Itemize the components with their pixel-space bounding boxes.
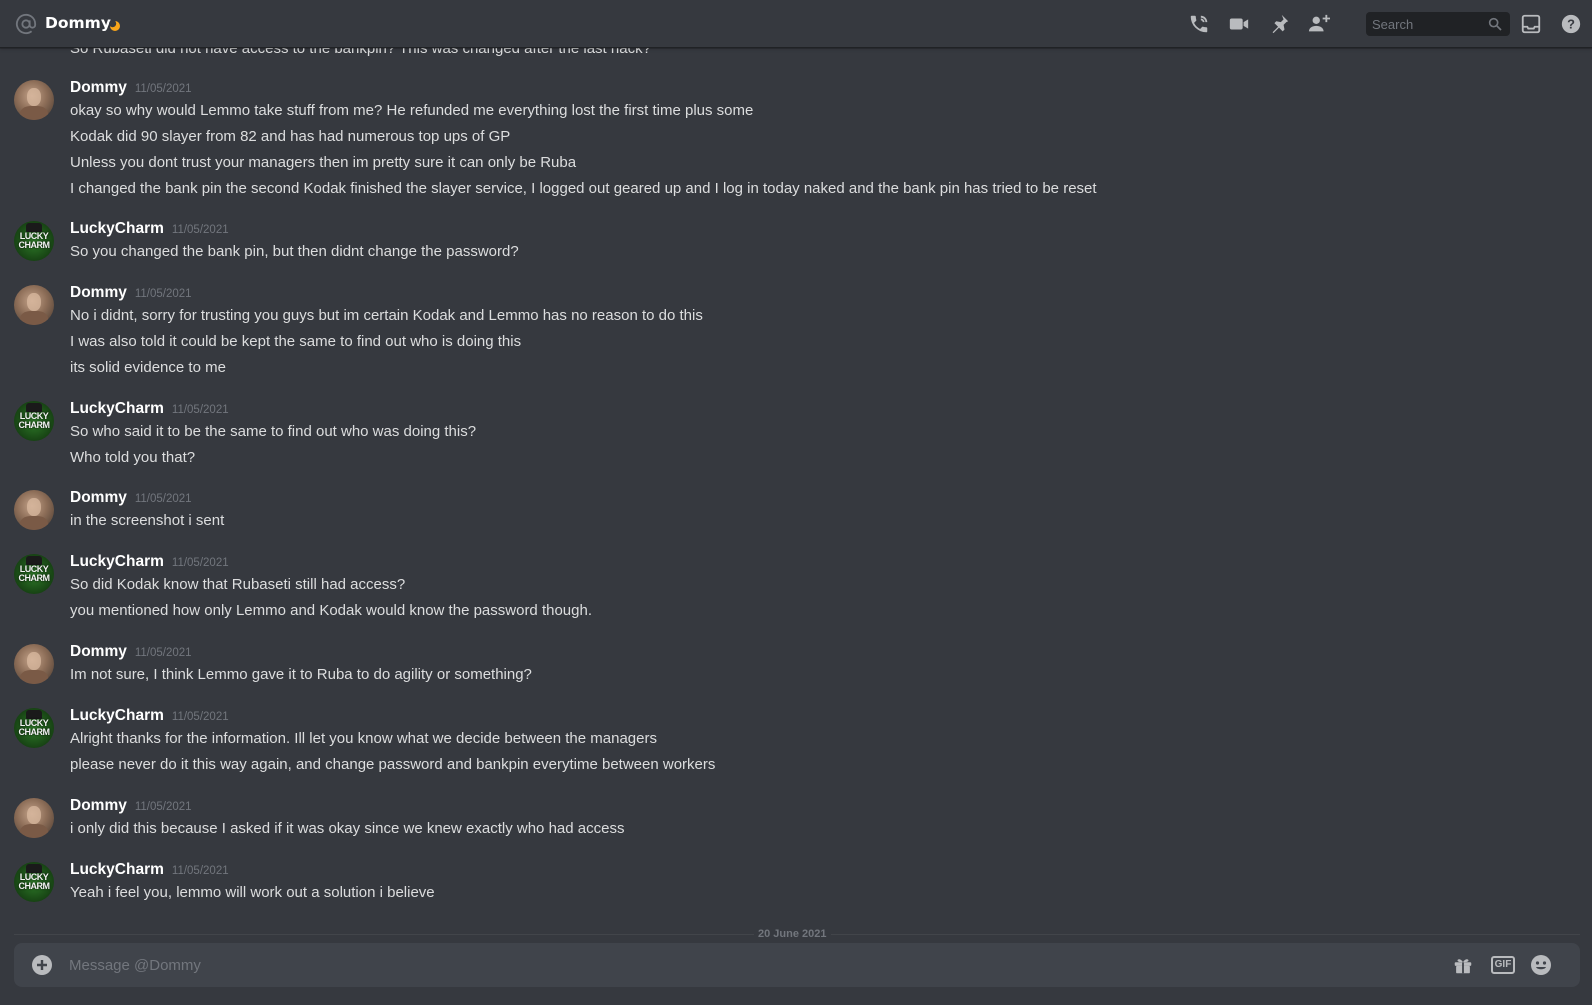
search-icon	[1487, 16, 1503, 32]
timestamp: 11/05/2021	[171, 865, 229, 877]
timestamp: 11/05/2021	[134, 647, 192, 659]
avatar[interactable]: LUCKY CHARM	[14, 554, 54, 594]
add-friend-icon[interactable]	[1306, 11, 1332, 37]
at-icon	[15, 13, 37, 35]
message-line: So you changed the bank pin, but then di…	[70, 243, 519, 260]
pin-icon[interactable]	[1266, 11, 1292, 37]
message-line: you mentioned how only Lemmo and Kodak w…	[70, 602, 592, 619]
help-icon[interactable]: ?	[1558, 11, 1584, 37]
emoji-icon[interactable]	[1528, 953, 1554, 977]
author-name[interactable]: Dommy	[70, 796, 127, 816]
timestamp: 11/05/2021	[171, 224, 229, 236]
message-line: okay so why would Lemmo take stuff from …	[70, 102, 754, 119]
avatar[interactable]	[14, 490, 54, 530]
avatar[interactable]	[14, 285, 54, 325]
plus-circle-icon[interactable]	[30, 953, 54, 977]
message-line: Im not sure, I think Lemmo gave it to Ru…	[70, 666, 532, 683]
author-name[interactable]: Dommy	[70, 283, 127, 303]
author-name[interactable]: LuckyCharm	[70, 219, 164, 239]
author-name[interactable]: Dommy	[70, 78, 127, 98]
gif-icon[interactable]: GIF	[1488, 953, 1518, 977]
search-input[interactable]	[1372, 13, 1484, 35]
message-line: Who told you that?	[70, 449, 196, 466]
search-box[interactable]	[1366, 12, 1510, 36]
author-name[interactable]: Dommy	[70, 642, 127, 662]
date-divider-label: 20 June 2021	[754, 927, 831, 941]
timestamp: 11/05/2021	[134, 801, 192, 813]
message-line: I was also told it could be kept the sam…	[70, 333, 522, 350]
message-line: So Rubaseti did not have access to the b…	[70, 48, 651, 57]
avatar[interactable]	[14, 798, 54, 838]
channel-header: Dommy Search ?	[0, 0, 1592, 48]
message-input[interactable]	[69, 952, 1429, 978]
message-line: Unless you dont trust your managers then…	[70, 154, 577, 171]
channel-title: Dommy	[45, 14, 111, 32]
avatar[interactable]: LUCKY CHARM	[14, 221, 54, 261]
timestamp: 11/05/2021	[171, 404, 229, 416]
message-line: No i didnt, sorry for trusting you guys …	[70, 307, 703, 324]
gift-icon[interactable]	[1450, 953, 1476, 977]
message-line: in the screenshot i sent	[70, 512, 225, 529]
phone-icon[interactable]	[1186, 11, 1212, 37]
svg-text:?: ?	[1567, 17, 1575, 32]
author-name[interactable]: LuckyCharm	[70, 552, 164, 572]
author-name[interactable]: LuckyCharm	[70, 860, 164, 880]
author-name[interactable]: LuckyCharm	[70, 399, 164, 419]
message-composer: GIF	[14, 943, 1580, 987]
timestamp: 11/05/2021	[171, 711, 229, 723]
timestamp: 11/05/2021	[134, 83, 192, 95]
message-line: please never do it this way again, and c…	[70, 756, 716, 773]
message-line: Kodak did 90 slayer from 82 and has had …	[70, 128, 511, 145]
message-line: its solid evidence to me	[70, 359, 226, 376]
avatar[interactable]: LUCKY CHARM	[14, 862, 54, 902]
timestamp: 11/05/2021	[171, 557, 229, 569]
avatar[interactable]	[14, 80, 54, 120]
message-line: I changed the bank pin the second Kodak …	[70, 180, 1097, 197]
avatar[interactable]	[14, 644, 54, 684]
message-line: Alright thanks for the information. Ill …	[70, 730, 657, 747]
inbox-icon[interactable]	[1518, 11, 1544, 37]
gif-label: GIF	[1490, 956, 1516, 974]
avatar[interactable]: LUCKY CHARM	[14, 708, 54, 748]
video-icon[interactable]	[1226, 11, 1252, 37]
message-line: Yeah i feel you, lemmo will work out a s…	[70, 884, 435, 901]
message-line: So did Kodak know that Rubaseti still ha…	[70, 576, 406, 593]
message-list[interactable]: So Rubaseti did not have access to the b…	[0, 48, 1592, 940]
author-name[interactable]: Dommy	[70, 488, 127, 508]
message-line: So who said it to be the same to find ou…	[70, 423, 477, 440]
message-line: i only did this because I asked if it wa…	[70, 820, 625, 837]
author-name[interactable]: LuckyCharm	[70, 706, 164, 726]
avatar[interactable]: LUCKY CHARM	[14, 401, 54, 441]
dm-window: Dommy Search ? So Rubaseti did not have …	[0, 0, 1592, 1005]
timestamp: 11/05/2021	[134, 288, 192, 300]
timestamp: 11/05/2021	[134, 493, 192, 505]
moon-status-icon	[109, 17, 121, 31]
